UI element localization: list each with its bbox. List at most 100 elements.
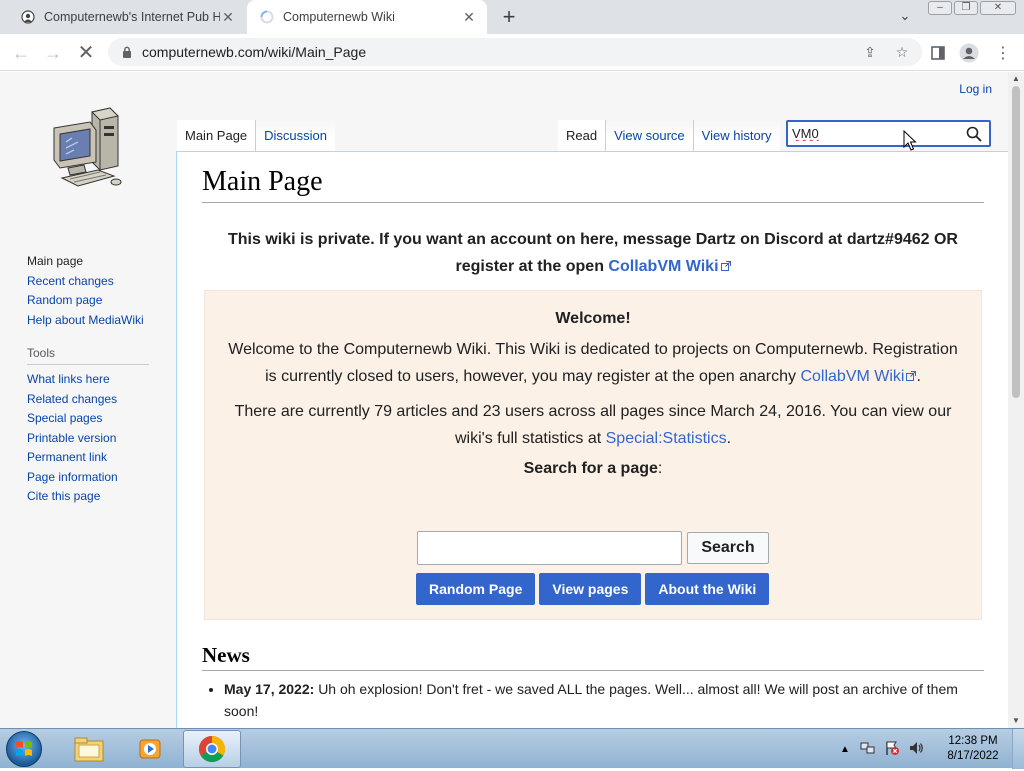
- address-bar[interactable]: computernewb.com/wiki/Main_Page ⇪ ☆: [108, 38, 922, 66]
- special-statistics-link[interactable]: Special:Statistics: [606, 430, 727, 447]
- sidebar-item-page-information[interactable]: Page information: [27, 468, 176, 488]
- search-for-page-label: Search for a page:: [523, 460, 663, 477]
- menu-kebab-icon[interactable]: ⋮: [990, 40, 1016, 66]
- wiki-search-box[interactable]: [786, 120, 991, 147]
- scroll-up-arrow-icon[interactable]: ▲: [1008, 72, 1024, 86]
- network-icon[interactable]: [860, 740, 876, 759]
- file-explorer-taskbar-icon[interactable]: [60, 730, 118, 768]
- sidebar-item-random-page[interactable]: Random page: [27, 291, 176, 311]
- notice-text: This wiki is private. If you want an acc…: [228, 231, 958, 275]
- tab-discussion[interactable]: Discussion: [255, 120, 336, 152]
- loading-spinner-icon: [259, 9, 275, 25]
- stop-loading-icon[interactable]: ✕: [73, 40, 99, 66]
- computer-logo-icon[interactable]: [44, 106, 130, 192]
- random-page-button[interactable]: Random Page: [416, 573, 536, 605]
- search-icon[interactable]: [965, 125, 983, 143]
- chrome-taskbar-icon[interactable]: [183, 730, 241, 768]
- restore-button[interactable]: ❐: [954, 1, 978, 15]
- external-link-icon: [720, 261, 731, 271]
- side-panel-icon[interactable]: [925, 40, 951, 66]
- tab-computernewb-pub[interactable]: Computernewb's Internet Pub Hu ✕: [8, 0, 246, 34]
- tab-search-chevron-icon[interactable]: ⌄: [896, 8, 914, 26]
- sidebar-item-permanent-link[interactable]: Permanent link: [27, 448, 176, 468]
- back-arrow-icon[interactable]: ←: [8, 40, 34, 66]
- volume-speaker-icon[interactable]: [908, 740, 924, 759]
- statistics-text: There are currently 79 articles and 23 u…: [234, 403, 952, 447]
- welcome-buttons: Random Page View pages About the Wiki: [416, 573, 773, 605]
- action-center-flag-icon[interactable]: [884, 740, 900, 759]
- clock-date: 8/17/2022: [947, 750, 999, 762]
- tab-read[interactable]: Read: [558, 120, 606, 152]
- tab-title: Computernewb's Internet Pub Hu: [44, 10, 220, 24]
- taskbar: ▲ 12:38 PM 8/17/2022: [0, 728, 1024, 769]
- sidebar-item-special-pages[interactable]: Special pages: [27, 409, 176, 429]
- sidebar-item-main-page[interactable]: Main page: [27, 252, 176, 272]
- scroll-down-arrow-icon[interactable]: ▼: [1008, 714, 1024, 728]
- tab-view-source[interactable]: View source: [605, 120, 693, 152]
- wiki-page: Log in Main page Recent changes Random p…: [0, 72, 1008, 728]
- news-item: May 17, 2022: Uh oh explosion! Don't fre…: [224, 678, 974, 722]
- welcome-box: Welcome! Welcome to the Computernewb Wik…: [204, 290, 982, 620]
- collabvm-wiki-link-text[interactable]: CollabVM Wiki: [608, 258, 718, 275]
- browser-toolbar: ← → ✕ computernewb.com/wiki/Main_Page ⇪ …: [0, 34, 1024, 71]
- bookmark-star-icon[interactable]: ☆: [890, 44, 914, 61]
- window-close-button[interactable]: ✕: [980, 1, 1016, 15]
- lock-icon[interactable]: [120, 45, 134, 59]
- windows-logo-icon: [16, 741, 32, 756]
- tab-main-page[interactable]: Main Page: [177, 120, 256, 152]
- system-tray: ▲: [840, 729, 924, 769]
- tab-computernewb-wiki[interactable]: Computernewb Wiki ✕: [247, 0, 487, 34]
- login-link[interactable]: Log in: [959, 82, 992, 96]
- collabvm-wiki-link-text[interactable]: CollabVM Wiki: [800, 368, 904, 385]
- start-button[interactable]: [6, 731, 42, 767]
- tab-close-icon[interactable]: ✕: [461, 9, 477, 25]
- tab-title: Computernewb Wiki: [283, 10, 395, 24]
- collabvm-wiki-link[interactable]: CollabVM Wiki: [800, 368, 917, 385]
- share-icon[interactable]: ⇪: [858, 44, 882, 61]
- page-search-form: Search: [417, 531, 769, 565]
- private-wiki-notice: This wiki is private. If you want an acc…: [202, 226, 984, 280]
- sidebar-item-recent-changes[interactable]: Recent changes: [27, 272, 176, 292]
- search-label-text: Search for a page: [523, 460, 658, 477]
- sidebar-item-related-changes[interactable]: Related changes: [27, 390, 176, 410]
- welcome-paragraph: Welcome to the Computernewb Wiki. This W…: [228, 341, 958, 385]
- profile-avatar-icon[interactable]: [956, 40, 982, 66]
- sidebar-item-cite-this-page[interactable]: Cite this page: [27, 487, 176, 507]
- show-desktop-button[interactable]: [1012, 729, 1024, 769]
- external-link-icon: [906, 371, 917, 381]
- main-content: Main Page This wiki is private. If you w…: [176, 151, 1008, 728]
- page-title: Main Page: [202, 166, 984, 203]
- new-tab-button[interactable]: +: [496, 5, 522, 29]
- search-button[interactable]: Search: [687, 532, 769, 564]
- sidebar-item-printable-version[interactable]: Printable version: [27, 429, 176, 449]
- media-player-taskbar-icon[interactable]: [121, 730, 179, 768]
- tab-close-icon[interactable]: ✕: [220, 9, 236, 25]
- news-heading: News: [202, 643, 984, 671]
- welcome-title: Welcome!: [555, 310, 631, 327]
- mouse-pointer-icon: [903, 129, 917, 152]
- tools-heading: Tools: [27, 346, 149, 365]
- taskbar-clock[interactable]: 12:38 PM 8/17/2022: [940, 734, 1006, 764]
- forward-arrow-icon[interactable]: →: [40, 40, 66, 66]
- collabvm-wiki-link[interactable]: CollabVM Wiki: [608, 258, 731, 275]
- url-text[interactable]: computernewb.com/wiki/Main_Page: [142, 44, 858, 60]
- wiki-search-input[interactable]: [792, 126, 962, 141]
- namespace-tabs: Main Page Discussion: [177, 120, 336, 152]
- pub-favicon-icon: [20, 9, 36, 25]
- clock-time: 12:38 PM: [948, 735, 998, 747]
- view-tabs: Read View source View history: [558, 120, 780, 152]
- news-text: Uh oh explosion! Don't fret - we saved A…: [224, 681, 958, 719]
- sidebar-item-help[interactable]: Help about MediaWiki: [27, 311, 176, 331]
- minimize-button[interactable]: –: [928, 1, 952, 15]
- tab-view-history[interactable]: View history: [692, 120, 780, 152]
- statistics-paragraph: There are currently 79 articles and 23 u…: [234, 403, 952, 447]
- page-search-input[interactable]: [417, 531, 682, 565]
- tab-strip: Computernewb's Internet Pub Hu ✕ Compute…: [0, 0, 1024, 34]
- show-hidden-icons-arrow-icon[interactable]: ▲: [840, 744, 850, 755]
- about-the-wiki-button[interactable]: About the Wiki: [645, 573, 770, 605]
- news-list: May 17, 2022: Uh oh explosion! Don't fre…: [224, 678, 974, 722]
- view-pages-button[interactable]: View pages: [539, 573, 642, 605]
- scrollbar-thumb[interactable]: [1012, 86, 1020, 398]
- page-scrollbar[interactable]: ▲ ▼: [1008, 72, 1024, 728]
- sidebar-item-what-links-here[interactable]: What links here: [27, 370, 176, 390]
